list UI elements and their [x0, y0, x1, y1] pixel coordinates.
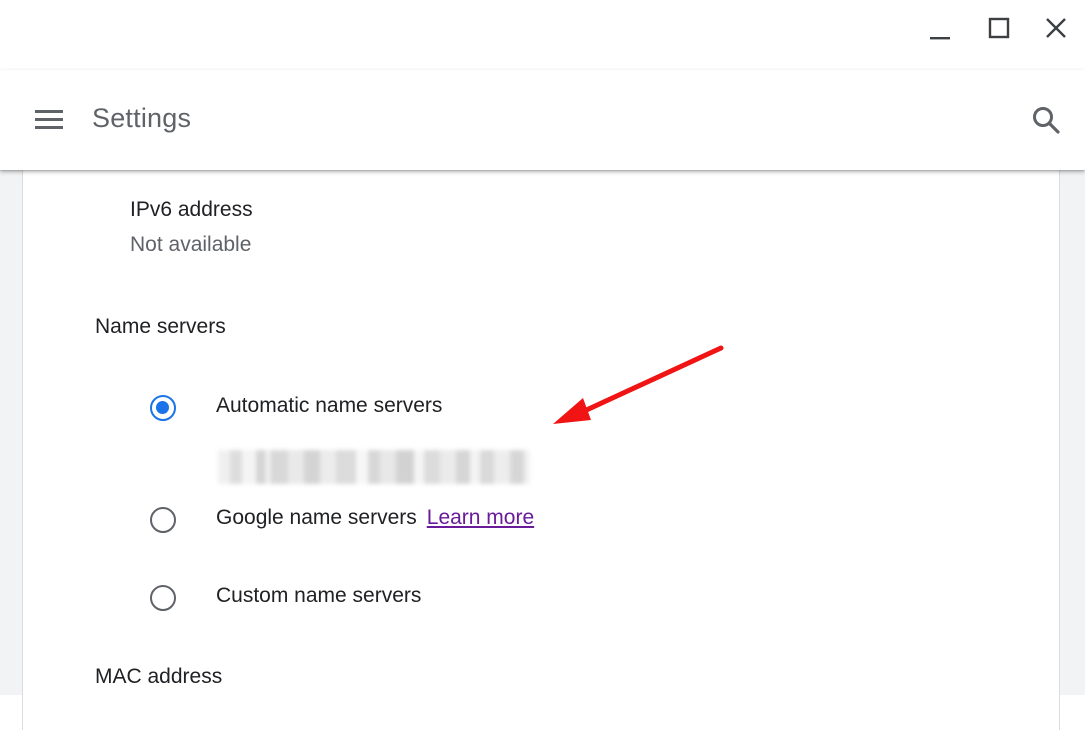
- name-servers-heading: Name servers: [95, 315, 226, 338]
- custom-name-servers-label: Custom name servers: [216, 584, 422, 607]
- google-name-servers-label: Google name servers: [216, 506, 417, 529]
- ipv6-address-label: IPv6 address: [130, 198, 253, 221]
- close-icon[interactable]: [1039, 12, 1073, 46]
- automatic-name-servers-option[interactable]: Automatic name servers: [150, 392, 480, 428]
- custom-name-servers-option[interactable]: Custom name servers: [150, 582, 460, 618]
- mac-address-heading: MAC address: [95, 665, 223, 688]
- page-title: Settings: [92, 103, 192, 133]
- minimize-icon[interactable]: [923, 12, 957, 46]
- google-name-servers-option[interactable]: Google name servers Learn more: [150, 504, 580, 540]
- network-details-card: IPv6 address Not available Name servers …: [22, 170, 1060, 730]
- custom-name-servers-radio[interactable]: [150, 585, 176, 611]
- automatic-name-servers-radio[interactable]: [150, 395, 176, 421]
- settings-header: Settings: [0, 70, 1085, 170]
- automatic-name-servers-label: Automatic name servers: [216, 394, 443, 417]
- google-name-servers-radio[interactable]: [150, 507, 176, 533]
- hamburger-menu-icon[interactable]: [32, 104, 66, 136]
- content-area: IPv6 address Not available Name servers …: [0, 170, 1085, 730]
- search-icon[interactable]: [1029, 103, 1063, 137]
- google-name-servers-label-wrap: Google name servers Learn more: [216, 506, 534, 530]
- maximize-icon[interactable]: [982, 12, 1016, 46]
- ipv6-address-value: Not available: [130, 233, 252, 256]
- redacted-name-server-addresses: [218, 450, 530, 484]
- learn-more-link[interactable]: Learn more: [427, 506, 534, 529]
